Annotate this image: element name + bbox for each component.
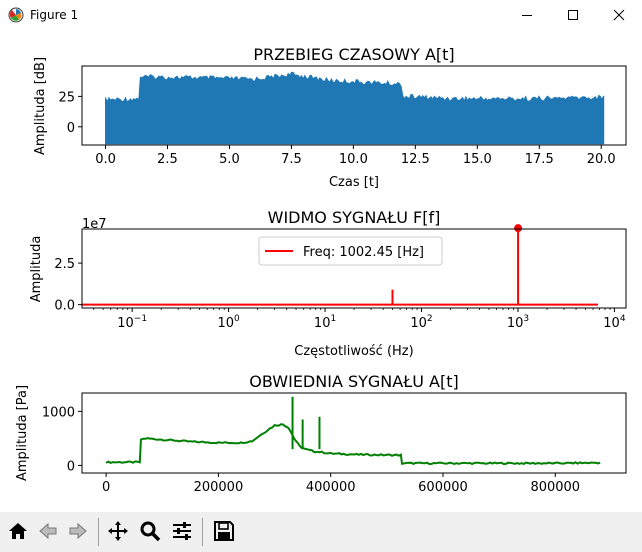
back-arrow-icon: [39, 522, 57, 540]
time-plot-data: [105, 71, 605, 145]
time-plot: PRZEBIEG CZASOWY A[t] 0.0 2.5 5.0 7.5 10.0 12…: [33, 45, 627, 190]
zoom-button[interactable]: [136, 517, 164, 545]
x-tick-exponent: 1: [330, 314, 336, 324]
configure-subplots-button[interactable]: [168, 517, 196, 545]
time-plot-xlabel: Czas [t]: [329, 175, 379, 190]
minimize-button[interactable]: [504, 0, 550, 30]
spectrum-plot: WIDMO SYGNAŁU F[f] 1e7 10−1 100 101 102 103 1…: [29, 208, 627, 359]
pan-button[interactable]: [104, 517, 132, 545]
x-tick-label: 0: [102, 480, 110, 495]
x-tick-label: 12.5: [401, 152, 430, 167]
x-tick-exponent: −1: [134, 314, 147, 324]
x-tick-label: 7.5: [281, 152, 302, 167]
time-plot-title: PRZEBIEG CZASOWY A[t]: [253, 45, 454, 64]
x-tick-label: 10−1: [117, 314, 147, 331]
time-plot-ylabel: Amplituda [dB]: [33, 57, 48, 155]
envelope-plot: OBWIEDNIA SYGNAŁU A[t] 0 200000 400000 6000…: [15, 372, 627, 495]
toolbar-separator: [98, 518, 99, 546]
x-tick-label: 103: [507, 314, 529, 331]
x-tick-label: 2.5: [157, 152, 178, 167]
home-icon: [9, 523, 27, 539]
configure-subplots-icon: [173, 522, 191, 540]
figure-canvas[interactable]: PRZEBIEG CZASOWY A[t] 0.0 2.5 5.0 7.5 10.0 12…: [0, 30, 642, 512]
x-tick-label: 0.0: [95, 152, 116, 167]
save-disk-icon: [214, 521, 234, 541]
forward-arrow-icon: [69, 522, 87, 540]
matplotlib-icon: [8, 7, 24, 23]
legend-label: Freq: 1002.45 [Hz]: [303, 245, 424, 260]
y-tick-label: 25: [58, 90, 75, 105]
window-titlebar: Figure 1: [0, 0, 642, 30]
x-tick-label: 100: [217, 314, 240, 331]
maximize-icon: [568, 10, 578, 20]
pan-move-icon: [108, 521, 128, 541]
x-tick-label: 10.0: [339, 152, 368, 167]
back-button[interactable]: [34, 517, 62, 545]
y-tick-label: 0: [67, 459, 75, 474]
time-plot-xticks: 0.0 2.5 5.0 7.5 10.0 12.5 15.0 17.5 20.0: [95, 145, 616, 167]
close-icon: [613, 9, 625, 21]
spectrum-plot-xlabel: Częstotliwość (Hz): [294, 344, 413, 359]
close-button[interactable]: [596, 0, 642, 30]
x-tick-exponent: 0: [234, 314, 240, 324]
maximize-button[interactable]: [550, 0, 596, 30]
peak-marker: [514, 224, 523, 233]
x-tick-label: 200000: [194, 480, 244, 495]
envelope-line: [105, 423, 601, 466]
spectrum-plot-xticks: 10−1 100 101 102 103 104: [93, 308, 626, 331]
x-tick-exponent: 3: [523, 314, 529, 324]
envelope-plot-title: OBWIEDNIA SYGNAŁU A[t]: [249, 372, 458, 391]
x-tick-label: 102: [410, 314, 432, 331]
x-tick-label: 17.5: [525, 152, 554, 167]
y-tick-label: 0: [67, 121, 75, 136]
x-tick-label: 5.0: [219, 152, 240, 167]
home-button[interactable]: [4, 517, 32, 545]
zoom-magnifier-icon: [140, 521, 161, 542]
x-tick-exponent: 4: [620, 314, 626, 324]
spectrum-plot-yticks: 0.0 2.5: [54, 257, 82, 314]
envelope-plot-data: [105, 396, 601, 466]
spectrum-plot-ylabel: Amplituda: [29, 236, 44, 303]
y-tick-label: 2.5: [54, 257, 75, 272]
forward-button[interactable]: [64, 517, 92, 545]
x-tick-label: 600000: [418, 480, 468, 495]
y-tick-label: 0.0: [54, 299, 75, 314]
envelope-plot-frame: [81, 392, 627, 474]
x-tick-label: 15.0: [463, 152, 492, 167]
minimize-icon: [522, 15, 532, 16]
x-tick-label: 104: [603, 314, 626, 331]
envelope-plot-yticks: 0 1000: [42, 405, 82, 474]
y-tick-label: 1000: [42, 405, 75, 420]
envelope-plot-ylabel: Amplituda [Pa]: [15, 385, 30, 481]
spectrum-offset-label: 1e7: [82, 217, 107, 232]
time-plot-yticks: 0 25: [58, 90, 82, 136]
envelope-plot-xticks: 0 200000 400000 600000 800000: [102, 473, 580, 495]
x-tick-label: 400000: [306, 480, 356, 495]
waveform-area: [105, 71, 605, 145]
navigation-toolbar: [0, 512, 642, 552]
x-tick-label: 20.0: [587, 152, 616, 167]
save-button[interactable]: [210, 517, 238, 545]
window-title: Figure 1: [30, 8, 79, 22]
x-tick-label: 101: [314, 314, 336, 331]
x-tick-label: 800000: [530, 480, 580, 495]
toolbar-separator: [202, 518, 203, 546]
x-tick-exponent: 2: [427, 314, 433, 324]
spectrum-legend: Freq: 1002.45 [Hz]: [258, 236, 443, 266]
spectrum-plot-title: WIDMO SYGNAŁU F[f]: [268, 208, 441, 227]
figure-svg: PRZEBIEG CZASOWY A[t] 0.0 2.5 5.0 7.5 10.0 12…: [15, 45, 627, 495]
